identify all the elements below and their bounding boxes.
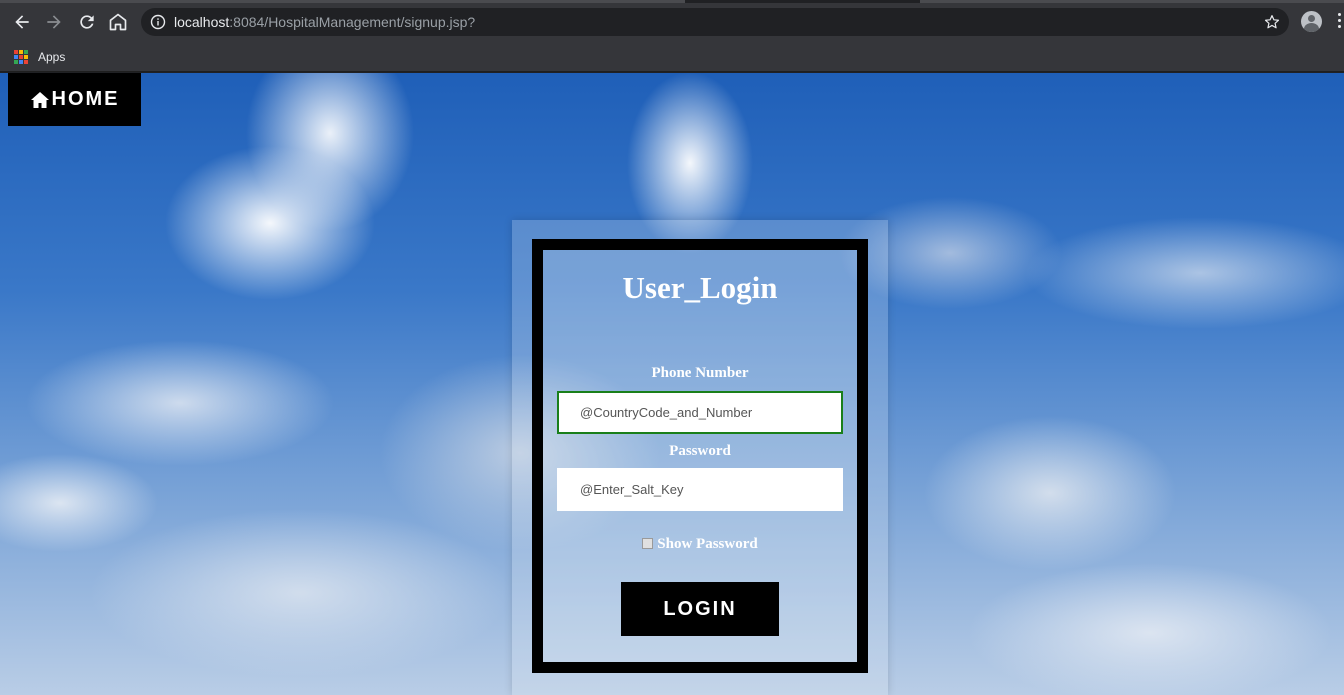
browser-toolbar: localhost:8084/HospitalManagement/signup…	[0, 0, 1344, 42]
back-button[interactable]	[10, 10, 34, 34]
url-text[interactable]: localhost:8084/HospitalManagement/signup…	[174, 14, 475, 30]
bookmarks-bar: Apps	[0, 42, 1344, 72]
apps-bookmark[interactable]: Apps	[14, 47, 65, 67]
home-label: HOME	[51, 88, 120, 110]
show-password-checkbox[interactable]	[642, 537, 654, 549]
apps-grid-icon	[14, 50, 28, 64]
info-icon[interactable]	[150, 14, 166, 30]
reload-button[interactable]	[75, 10, 99, 34]
star-icon[interactable]	[1263, 13, 1281, 31]
home-button[interactable]: HOME	[8, 73, 141, 126]
password-label: Password	[669, 443, 731, 459]
address-bar[interactable]: localhost:8084/HospitalManagement/signup…	[141, 8, 1289, 36]
phone-input[interactable]	[557, 391, 843, 434]
forward-arrow-icon	[47, 15, 61, 29]
login-panel: User_Login Phone Number Password Show Pa…	[512, 220, 888, 695]
more-menu-icon[interactable]	[1338, 13, 1344, 31]
home-outline-icon	[109, 13, 127, 31]
reload-icon	[80, 15, 94, 29]
show-password-label[interactable]: Show Password	[657, 536, 757, 553]
login-button[interactable]: LOGIN	[621, 582, 779, 636]
apps-label: Apps	[38, 50, 66, 64]
url-host: localhost	[174, 14, 230, 30]
phone-label: Phone Number	[651, 365, 749, 381]
login-form: User_Login Phone Number Password Show Pa…	[532, 239, 868, 673]
tab-strip	[0, 0, 1344, 3]
page-title: User_Login	[622, 270, 778, 305]
url-path: :8084/HospitalManagement/signup.jsp?	[229, 14, 476, 30]
password-input[interactable]	[557, 468, 843, 511]
back-arrow-icon	[15, 15, 29, 29]
show-password-row: Show Password	[543, 536, 857, 553]
home-icon	[30, 91, 49, 108]
page-viewport: HOME User_Login Phone Number Password Sh…	[0, 73, 1344, 695]
home-toolbar-button[interactable]	[106, 10, 130, 34]
profile-icon[interactable]	[1301, 11, 1322, 32]
forward-button[interactable]	[42, 10, 66, 34]
